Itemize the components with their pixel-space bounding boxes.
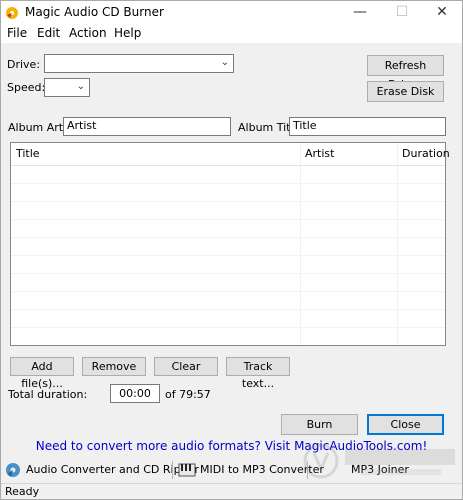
clear-button[interactable]: Clear [154,357,218,376]
grid-line [11,291,445,292]
status-bar: Ready [1,483,462,499]
menu-bar: File Edit Action Help [1,25,462,43]
midi-converter-icon [178,463,196,477]
audio-converter-link[interactable]: Audio Converter and CD Ripper [4,460,199,480]
drive-label: Drive: [7,58,41,71]
grid-line [11,237,445,238]
column-divider [397,143,398,345]
chevron-down-icon: ⌄ [76,81,85,92]
maximize-button[interactable]: ☐ [383,1,421,25]
drive-select[interactable]: ⌄ [44,54,234,73]
grid-line [11,273,445,274]
refresh-drives-button[interactable]: Refresh Drives [367,55,444,91]
total-duration-value: 00:00 [110,384,160,403]
remove-button[interactable]: Remove [82,357,146,376]
add-files-button[interactable]: Add file(s)... [10,357,74,390]
menu-help[interactable]: Help [114,26,141,40]
window-title: Magic Audio CD Burner [25,5,164,19]
column-artist[interactable]: Artist [300,143,397,165]
track-list[interactable]: Title Artist Duration [10,142,450,346]
track-text-button[interactable]: Track text... [226,357,290,390]
total-duration-label: Total duration: [8,388,88,401]
grid-line [11,255,445,256]
column-divider [300,143,301,345]
grid-line [11,219,445,220]
chevron-down-icon: ⌄ [220,57,229,68]
menu-action[interactable]: Action [69,26,107,40]
erase-disk-button[interactable]: Erase Disk [367,81,444,102]
speed-select[interactable]: ⌄ [44,78,90,97]
menu-file[interactable]: File [7,26,27,40]
grid-line [11,183,445,184]
grid-line [11,309,445,310]
menu-edit[interactable]: Edit [37,26,60,40]
audio-converter-icon [6,463,20,477]
album-artist-input[interactable]: Artist [63,117,231,136]
cd-burner-app-icon [6,7,18,19]
title-bar: Magic Audio CD Burner — ☐ ✕ [1,1,462,25]
album-title-input[interactable]: Title [289,117,446,136]
grid-line [11,327,445,328]
burn-button[interactable]: Burn [281,414,358,435]
toolbar-divider [172,461,173,479]
speed-label: Speed: [7,81,46,94]
max-duration-label: of 79:57 [165,388,211,401]
close-window-button[interactable]: ✕ [423,1,461,25]
main-window: Magic Audio CD Burner — ☐ ✕ File Edit Ac… [0,0,463,500]
column-title[interactable]: Title [11,143,300,165]
grid-line [11,201,445,202]
column-duration[interactable]: Duration [397,143,450,165]
track-list-header: Title Artist Duration [11,143,450,166]
close-button[interactable]: Close [367,414,444,435]
watermark-logo [303,443,455,479]
minimize-button[interactable]: — [341,1,379,25]
